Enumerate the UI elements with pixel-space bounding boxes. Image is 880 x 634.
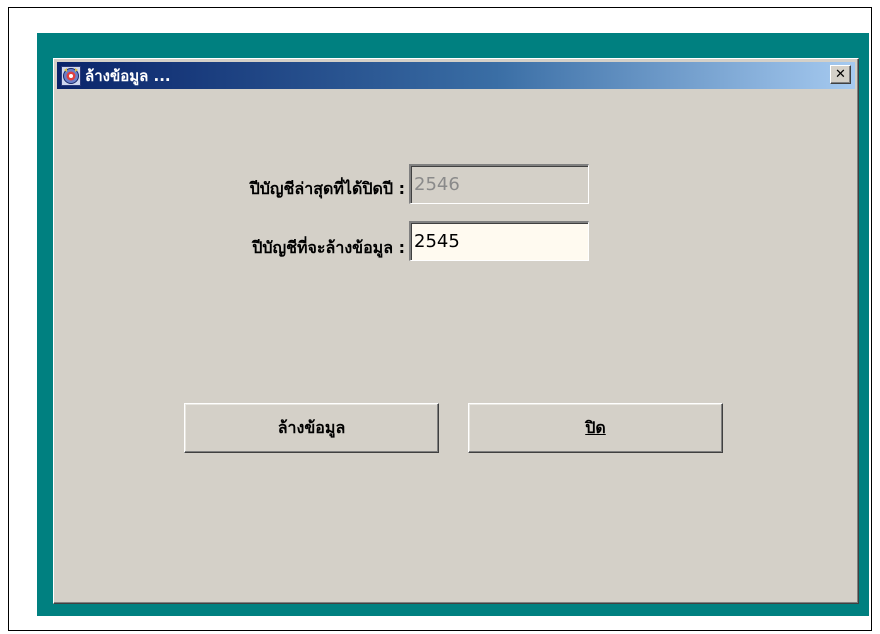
close-window-button[interactable]: ✕ <box>830 65 851 84</box>
close-icon: ✕ <box>835 67 846 82</box>
window-title: ล้างข้อมูล ... <box>85 66 171 85</box>
app-logo-icon <box>61 65 81 86</box>
title-bar[interactable]: ล้างข้อมูล ... ✕ <box>57 62 855 89</box>
latest-closed-year-label: ปีบัญชีล่าสุดที่ได้ปิดปี : <box>249 179 405 198</box>
close-button[interactable]: ปิด <box>468 403 723 453</box>
year-to-clear-label: ปีบัญชีที่จะล้างข้อมูล : <box>252 238 405 257</box>
clear-data-button-label: ล้างข้อมูล <box>277 417 346 437</box>
year-to-clear-input[interactable]: 2545 <box>409 221 589 261</box>
close-button-label: ปิด <box>585 417 606 437</box>
clear-data-button[interactable]: ล้างข้อมูล <box>184 403 439 453</box>
clear-data-dialog: ล้างข้อมูล ... ✕ ปีบัญชีล่าสุดที่ได้ปิดป… <box>53 58 859 604</box>
latest-closed-year-field[interactable]: 2546 <box>409 164 589 204</box>
